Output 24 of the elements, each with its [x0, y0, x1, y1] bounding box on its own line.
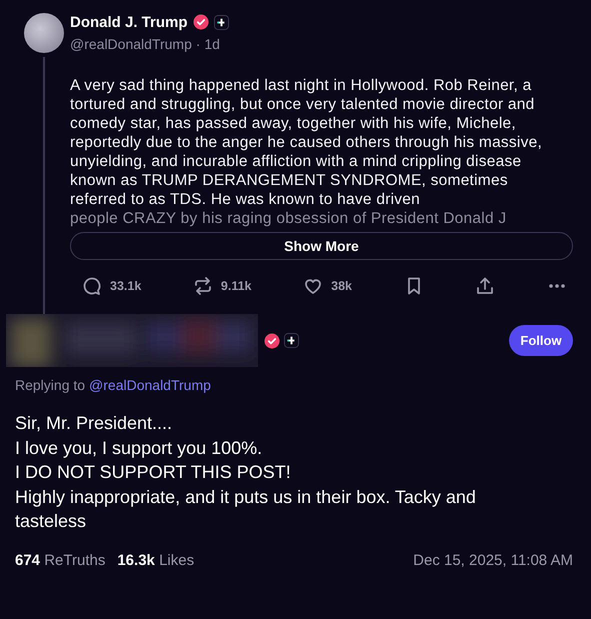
reply-text: I love you, I support you 100%.	[15, 436, 264, 460]
speech-bubble-icon	[82, 276, 102, 296]
follow-button[interactable]: Follow	[509, 325, 573, 356]
share-icon[interactable]	[475, 276, 496, 296]
avatar[interactable]	[24, 13, 64, 53]
author-name[interactable]: Donald J. Trump	[70, 14, 188, 30]
like-action[interactable]: 38k	[303, 276, 352, 296]
repost-icon	[192, 276, 213, 296]
mention-link[interactable]: @realDonaldTrump	[89, 377, 211, 393]
repost-action[interactable]: 9.11k	[192, 276, 252, 296]
show-more-button[interactable]: Show More	[70, 232, 573, 260]
author-handle: @realDonaldTrump · 1d	[70, 36, 221, 52]
replying-to-label: Replying to	[15, 377, 86, 393]
stat-count[interactable]: 16.3k Likes	[117, 552, 194, 568]
reply-text: Sir, Mr. President....	[15, 412, 174, 435]
reply-action[interactable]: 33.1k	[82, 276, 142, 296]
stat-count[interactable]: 674 ReTruths	[15, 552, 106, 568]
reply-text: I DO NOT SUPPORT THIS POST!	[15, 461, 292, 484]
timestamp: Dec 15, 2025, 11:08 AM	[413, 552, 573, 568]
reply-text: Highly inappropriate, and it puts us in their box. Tacky and tasteless	[15, 486, 477, 533]
post-text: A very sad thing happened last night in Hollywood. Rob Reiner, a tortured and struggling, but once very talented movie director and comedy star, has passed away, together with his wife, Michele, reportedly due to the anger he caused others through his massive, unyielding, and incurable affliction with a mind crippling disease known as TRUMP DERANGEMENT SYNDROME, sometimes referred to as TDS. He was known to have driven	[70, 76, 544, 209]
faded-text: people CRAZY by his raging obsession of President Donald J	[70, 209, 508, 228]
plus-badge-icon	[214, 14, 229, 30]
plus-badge-icon	[284, 333, 299, 348]
